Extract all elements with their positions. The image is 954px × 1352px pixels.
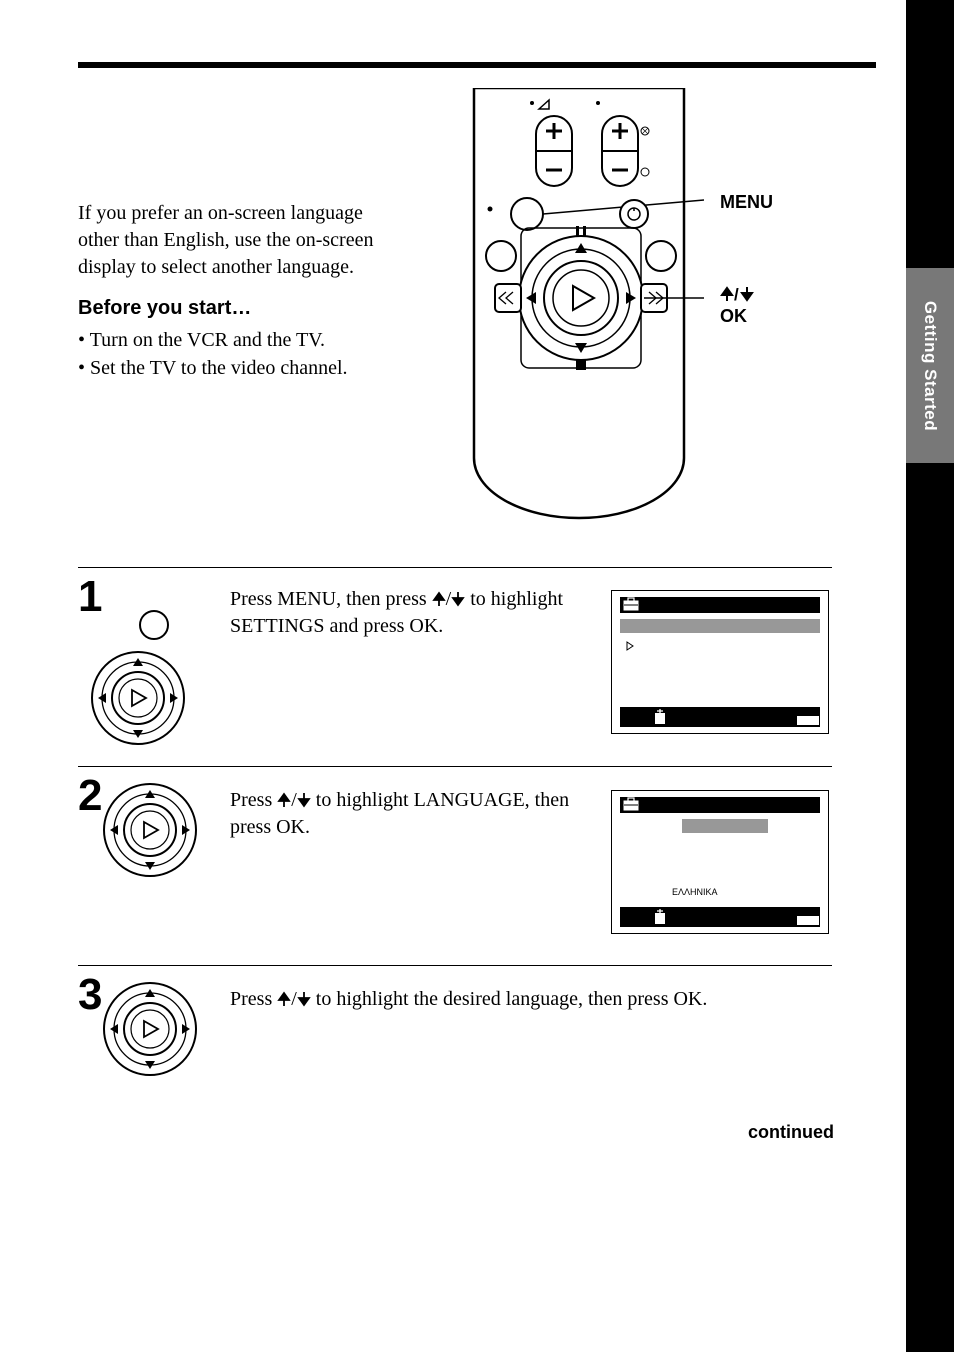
divider: [78, 965, 832, 966]
remote-illustration: [454, 88, 704, 548]
down-arrow-icon: [451, 591, 465, 607]
remote-label-ok: OK: [720, 306, 747, 327]
step2-text: Press / to highlight LANGUAGE, then pres…: [230, 787, 580, 841]
down-arrow-icon: [297, 792, 311, 808]
section-tab: Getting Started: [906, 268, 954, 463]
intro-paragraph: If you prefer an on-screen language othe…: [78, 200, 408, 281]
continued-label: continued: [748, 1122, 834, 1143]
osd-screenshot-2: EΛΛHNIKA: [611, 790, 829, 934]
step3-control-icon: [100, 979, 200, 1079]
before-item: • Turn on the VCR and the TV.: [78, 326, 408, 354]
section-tab-label: Getting Started: [920, 300, 940, 430]
osd-screenshot-1: [611, 590, 829, 734]
before-title: Before you start…: [78, 297, 408, 320]
up-arrow-icon: [277, 792, 291, 808]
before-you-start: Before you start… • Turn on the VCR and …: [78, 297, 408, 382]
toolbox-icon: [623, 597, 639, 611]
up-down-arrows-icon: /: [720, 285, 754, 303]
nav-icon: [652, 709, 668, 725]
osd-language-greek: EΛΛHNIKA: [672, 887, 718, 897]
step3-text: Press / to highlight the desired languag…: [230, 986, 810, 1013]
svg-text:/: /: [734, 285, 739, 303]
step1-control-icon: [88, 598, 198, 768]
remote-label-arrows: /: [720, 284, 754, 305]
step-number: 2: [78, 771, 102, 821]
nav-icon: [652, 909, 668, 925]
top-rule: [78, 62, 876, 68]
step2-control-icon: [100, 780, 200, 880]
step1-text: Press MENU, then press / to highlight SE…: [230, 586, 580, 640]
page: Getting Started If you prefer an on-scre…: [0, 0, 954, 1352]
right-black-strip: [906, 0, 954, 1352]
remote-label-menu: MENU: [720, 192, 773, 213]
before-item: • Set the TV to the video channel.: [78, 354, 408, 382]
osd-cursor-icon: [626, 641, 634, 653]
up-arrow-icon: [432, 591, 446, 607]
step-number: 3: [78, 970, 102, 1020]
down-arrow-icon: [297, 991, 311, 1007]
up-arrow-icon: [277, 991, 291, 1007]
toolbox-icon: [623, 797, 639, 811]
divider: [78, 567, 832, 568]
